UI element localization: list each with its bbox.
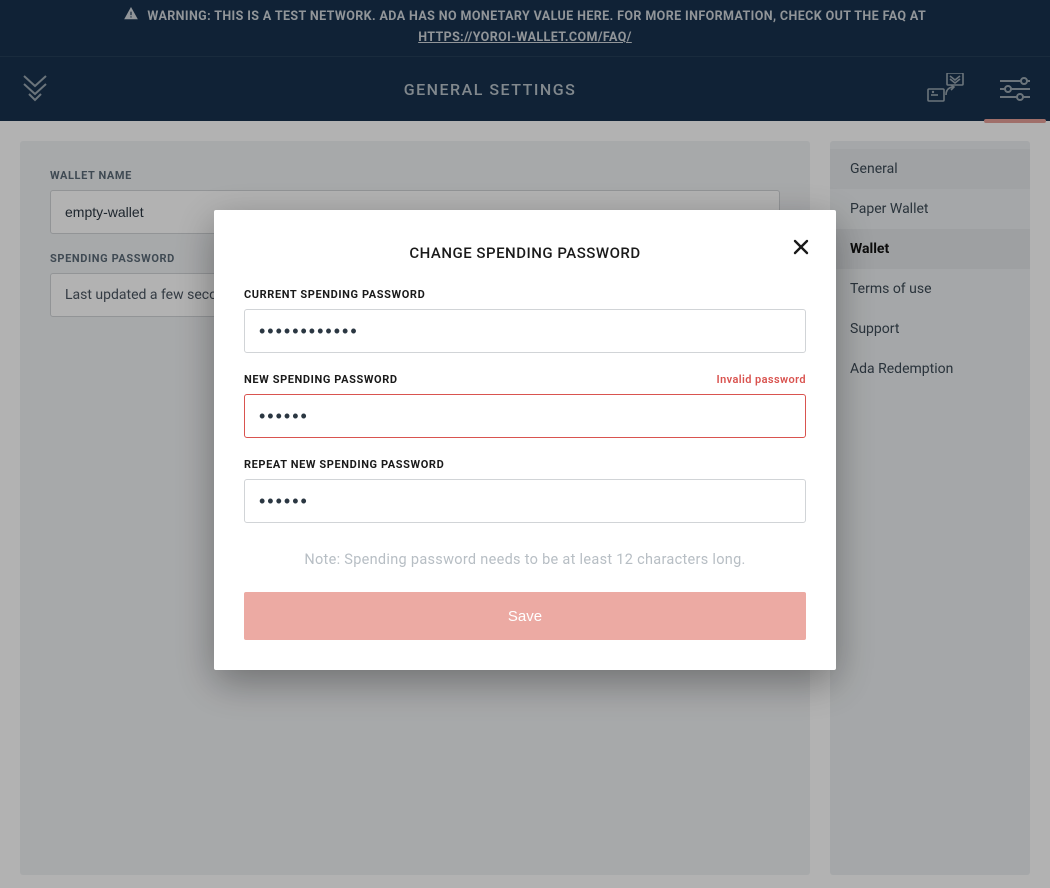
modal-note: Note: Spending password needs to be at l… [244,551,806,568]
repeat-password-label: REPEAT NEW SPENDING PASSWORD [244,458,444,471]
modal-overlay[interactable]: CHANGE SPENDING PASSWORD CURRENT SPENDIN… [0,0,1050,888]
change-password-modal: CHANGE SPENDING PASSWORD CURRENT SPENDIN… [214,210,836,670]
current-password-input[interactable] [244,309,806,353]
modal-close-button[interactable] [792,238,810,260]
modal-title: CHANGE SPENDING PASSWORD [244,244,806,262]
new-password-label: NEW SPENDING PASSWORD [244,373,398,386]
save-button[interactable]: Save [244,592,806,640]
new-password-error: Invalid password [717,373,807,386]
new-password-input[interactable] [244,394,806,438]
repeat-password-input[interactable] [244,479,806,523]
current-password-label: CURRENT SPENDING PASSWORD [244,288,425,301]
